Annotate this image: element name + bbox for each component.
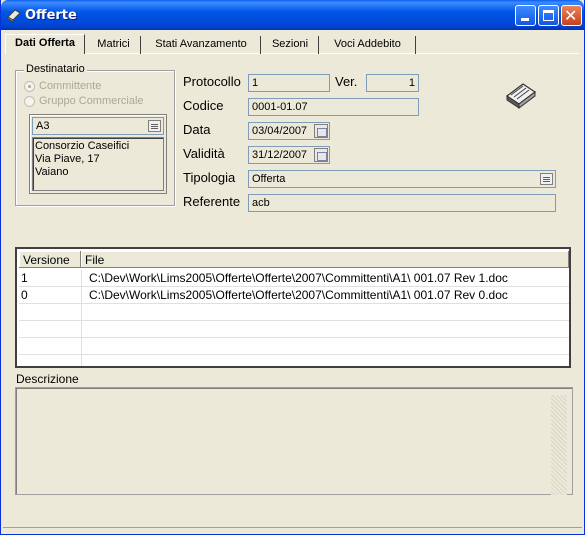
radio-label: Gruppo Commerciale [39,95,144,107]
radio-committente[interactable]: Committente [24,80,174,94]
bottom-divider [3,527,582,528]
destinatario-code-combo[interactable]: A3 [32,117,164,135]
column-header-file[interactable]: File [81,251,569,268]
file-cell: C:\Dev\Work\Lims2005\Offerte\Offerte\200… [89,271,508,285]
protocollo-field[interactable]: 1 [248,74,330,92]
ver-label: Ver. [335,74,358,89]
calendar-icon[interactable] [314,124,328,138]
table-row[interactable]: 1 C:\Dev\Work\Lims2005\Offerte\Offerte\2… [19,270,569,287]
destinatario-box: A3 Consorzio Caseifici Via Piave, 17 Vai… [29,114,167,194]
tipologia-value: Offerta [252,173,286,185]
descrizione-textarea[interactable] [15,387,573,495]
address-line: Consorzio Caseifici [35,140,130,152]
tab-dati-offerta[interactable]: Dati Offerta [5,34,85,54]
descrizione-label: Descrizione [16,372,79,386]
destinatario-legend: Destinatario [24,63,87,75]
table-row[interactable]: 0 C:\Dev\Work\Lims2005\Offerte\Offerte\2… [19,287,569,304]
tab-matrici[interactable]: Matrici [87,36,141,54]
tipologia-combo[interactable]: Offerta [248,170,556,188]
address-line: Vaiano [35,166,69,178]
radio-dot [24,81,35,92]
app-book-icon [7,9,21,23]
list-icon[interactable] [540,173,553,185]
file-list[interactable]: Versione File 1 C:\Dev\Work\Lims2005\Off… [15,247,571,368]
destinatario-group: Destinatario Committente Gruppo Commerci… [15,63,175,206]
tab-sezioni[interactable]: Sezioni [262,36,319,54]
column-divider [81,270,82,366]
protocollo-label: Protocollo [183,74,241,89]
tab-stati-avanzamento[interactable]: Stati Avanzamento [142,36,261,54]
codice-field[interactable]: 0001-01.07 [248,98,419,116]
tipologia-label: Tipologia [183,170,236,185]
file-cell: C:\Dev\Work\Lims2005\Offerte\Offerte\200… [89,288,508,302]
tab-label: Stati Avanzamento [155,38,247,50]
window-title: Offerte [25,8,77,23]
versione-cell: 1 [21,271,28,285]
tab-label: Dati Offerta [15,37,75,49]
address-line: Via Piave, 17 [35,153,100,165]
validita-value: 31/12/2007 [252,149,308,161]
codice-label: Codice [183,98,224,113]
tab-label: Sezioni [271,38,309,50]
column-header-versione[interactable]: Versione [19,251,81,268]
list-icon[interactable] [148,120,161,132]
empty-row [19,338,569,355]
referente-field[interactable]: acb [248,194,556,212]
scroll-track [551,395,567,495]
offerte-window: Offerte ✕ Dati Offerta Matrici Stati Ava… [0,0,585,535]
minimize-icon [521,18,529,21]
descrizione-resize-grip [551,391,569,495]
books-icon[interactable] [503,80,537,110]
radio-gruppo-commerciale[interactable]: Gruppo Commerciale [24,95,174,109]
maximize-button[interactable] [538,5,559,26]
minimize-button[interactable] [515,5,536,26]
tab-label: Voci Addebito [334,38,401,50]
tab-voci-addebito[interactable]: Voci Addebito [320,36,416,54]
destinatario-address: Consorzio Caseifici Via Piave, 17 Vaiano [32,137,164,191]
radio-dot [24,96,35,107]
close-icon: ✕ [564,6,578,25]
validita-label: Validità [183,146,225,161]
referente-label: Referente [183,194,241,209]
empty-row [19,321,569,338]
empty-row [19,304,569,321]
versione-cell: 0 [21,288,28,302]
radio-label: Committente [39,80,102,92]
calendar-icon[interactable] [314,148,328,162]
data-field[interactable]: 03/04/2007 [248,122,330,140]
title-bar[interactable]: Offerte ✕ [1,0,584,30]
destinatario-code: A3 [36,120,50,132]
ver-field[interactable]: 1 [366,74,419,92]
maximize-icon [543,10,554,21]
data-value: 03/04/2007 [252,125,308,137]
validita-field[interactable]: 31/12/2007 [248,146,330,164]
data-label: Data [183,122,211,137]
tab-label: Matrici [97,38,130,50]
close-button[interactable]: ✕ [561,5,582,26]
